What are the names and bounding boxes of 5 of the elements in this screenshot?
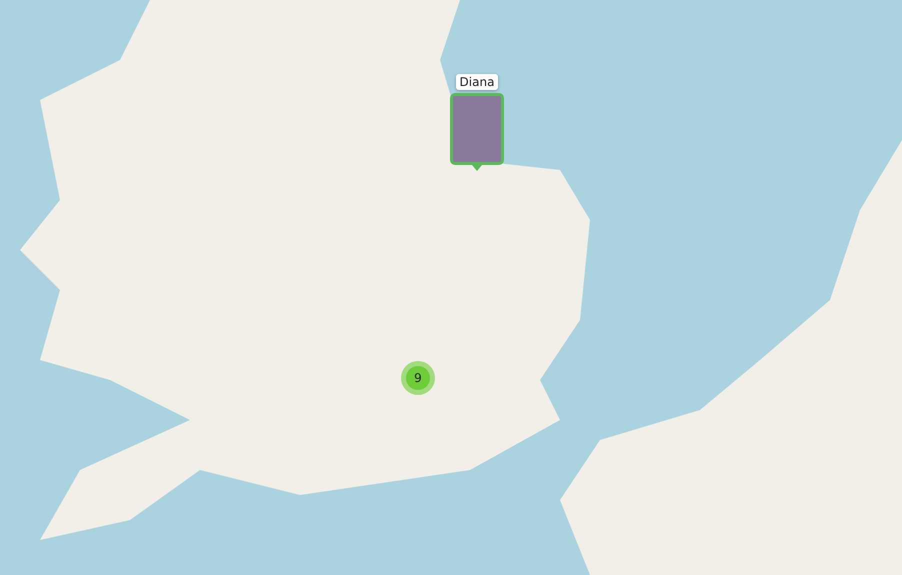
cluster-marker[interactable]: 9 [401, 361, 435, 395]
map-view[interactable]: Diana 9 [0, 0, 902, 575]
pin-pointer-icon [472, 165, 482, 171]
marker-label: Diana [456, 74, 498, 90]
photo-placeholder[interactable] [450, 93, 504, 165]
